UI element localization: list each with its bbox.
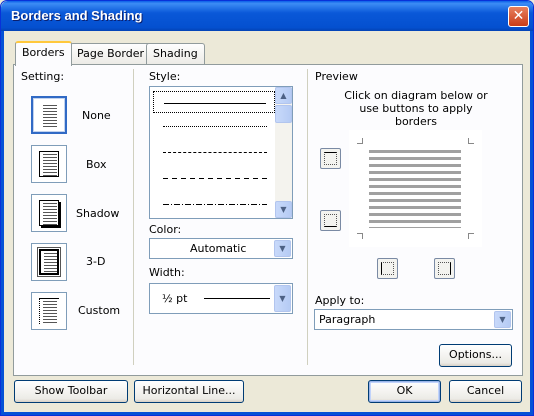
width-label: Width: — [149, 266, 185, 279]
setting-none-option[interactable] — [31, 96, 67, 134]
left-border-button[interactable] — [377, 258, 398, 279]
color-dropdown-arrow[interactable]: ▼ — [274, 240, 291, 257]
shadow-border-icon — [39, 200, 59, 226]
style-item-dash-dot[interactable] — [153, 193, 275, 215]
bottom-border-icon — [324, 214, 337, 227]
corner-mark-bottom-right — [468, 233, 474, 239]
corner-mark-bottom-left — [357, 233, 363, 239]
ok-button-label: OK — [396, 384, 413, 397]
preview-instructions: Click on diagram below or use buttons to… — [344, 89, 488, 128]
style-item-solid[interactable] — [153, 91, 275, 113]
dash-dot-line-sample — [163, 204, 267, 205]
setting-none-label[interactable]: None — [82, 109, 111, 122]
chevron-down-icon: ▼ — [279, 244, 286, 253]
chevron-down-icon: ▼ — [499, 315, 506, 324]
solid-line-sample — [164, 103, 266, 104]
right-border-icon — [438, 262, 451, 275]
divider-left — [133, 69, 134, 365]
cancel-button[interactable]: Cancel — [449, 380, 522, 403]
none-border-icon — [40, 103, 60, 129]
apply-to-label: Apply to: — [315, 294, 365, 307]
style-item-dashed-small[interactable] — [153, 141, 275, 163]
cancel-button-label: Cancel — [466, 384, 505, 397]
apply-to-dropdown[interactable]: Paragraph ▼ — [314, 309, 513, 330]
scroll-thumb[interactable] — [275, 105, 292, 123]
style-listbox[interactable]: ▲ ▼ — [149, 86, 293, 219]
style-item-dotted[interactable] — [153, 115, 275, 137]
3d-border-icon — [37, 247, 61, 277]
divider-right — [307, 69, 308, 365]
bottom-border-button[interactable] — [320, 210, 341, 231]
setting-custom-label[interactable]: Custom — [78, 304, 120, 317]
scroll-up-button[interactable]: ▲ — [275, 87, 292, 104]
show-toolbar-label: Show Toolbar — [34, 384, 108, 397]
options-button[interactable]: Options... — [439, 344, 512, 367]
show-toolbar-button[interactable]: Show Toolbar — [14, 380, 128, 403]
apply-to-dropdown-arrow[interactable]: ▼ — [494, 311, 511, 328]
ok-button[interactable]: OK — [368, 380, 441, 403]
dashed-large-line-sample — [163, 178, 267, 179]
width-value: ½ pt — [162, 292, 188, 305]
setting-shadow-option[interactable] — [31, 194, 67, 232]
width-line-sample — [204, 298, 270, 299]
setting-label: Setting: — [21, 70, 65, 83]
setting-box-label[interactable]: Box — [86, 158, 106, 171]
preview-diagram[interactable] — [349, 130, 482, 247]
scroll-down-button[interactable]: ▼ — [275, 201, 292, 218]
setting-3d-option[interactable] — [31, 243, 67, 281]
chevron-down-icon: ▼ — [279, 294, 286, 303]
horizontal-line-label: Horizontal Line... — [142, 384, 236, 397]
preview-label: Preview — [315, 70, 358, 83]
dotted-line-sample — [163, 126, 267, 127]
top-border-button[interactable] — [320, 148, 341, 169]
setting-box-option[interactable] — [31, 145, 67, 183]
corner-mark-top-left — [357, 138, 363, 144]
width-dropdown-arrow[interactable]: ▼ — [274, 285, 291, 312]
dashed-small-line-sample — [163, 152, 267, 153]
borders-and-shading-dialog: Borders and Shading ✕ Borders Page Borde… — [0, 0, 534, 416]
style-label: Style: — [149, 70, 181, 83]
preview-text-lines — [369, 150, 461, 228]
color-dropdown[interactable]: Automatic ▼ — [149, 238, 293, 259]
color-label: Color: — [149, 223, 182, 236]
box-border-icon — [39, 151, 59, 177]
width-dropdown[interactable]: ½ pt ▼ — [149, 283, 293, 314]
scroll-down-icon: ▼ — [280, 205, 287, 214]
setting-custom-option[interactable] — [31, 292, 67, 330]
left-border-icon — [381, 262, 394, 275]
top-border-icon — [324, 152, 337, 165]
horizontal-line-button[interactable]: Horizontal Line... — [134, 380, 244, 403]
apply-to-value: Paragraph — [319, 313, 376, 326]
scroll-up-icon: ▲ — [280, 91, 287, 100]
setting-3d-label[interactable]: 3-D — [86, 255, 105, 268]
style-scrollbar[interactable]: ▲ ▼ — [275, 87, 292, 218]
custom-border-icon — [39, 298, 59, 324]
style-item-dashed-large[interactable] — [153, 167, 275, 189]
color-value: Automatic — [190, 242, 247, 255]
right-border-button[interactable] — [434, 258, 455, 279]
corner-mark-top-right — [468, 138, 474, 144]
setting-shadow-label[interactable]: Shadow — [76, 207, 119, 220]
options-button-label: Options... — [449, 348, 502, 361]
panel-contents: Setting: None Box Shadow 3-D Custom Styl… — [1, 1, 533, 415]
